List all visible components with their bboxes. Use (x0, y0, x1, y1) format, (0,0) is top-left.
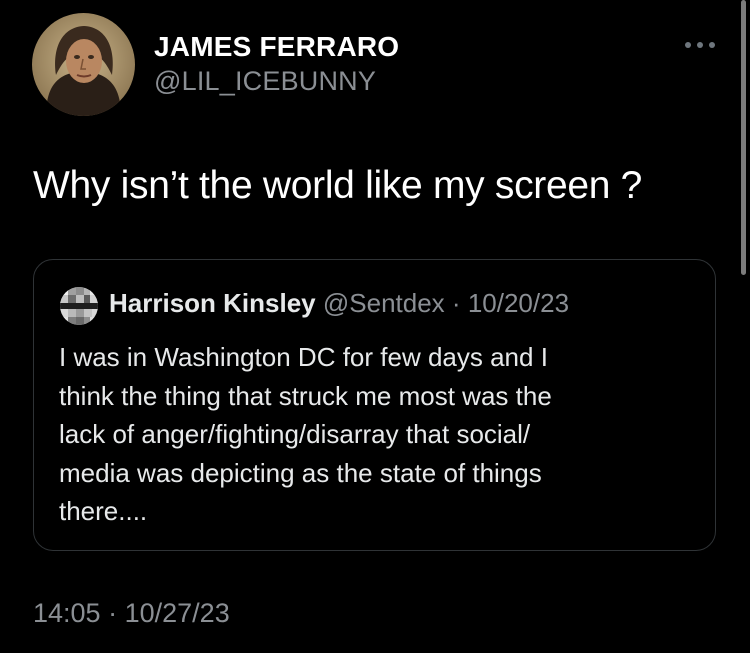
quote-text: I was in Washington DC for few days and … (59, 338, 699, 531)
more-options-button[interactable] (678, 30, 722, 60)
tweet-date: 10/27/23 (124, 598, 230, 628)
quote-text-line: lack of anger/fighting/disarray that soc… (59, 419, 531, 449)
quote-text-line: there.... (59, 496, 148, 526)
quote-text-line: think the thing that struck me most was … (59, 380, 552, 411)
quote-text-line: I was in Washington DC for few days and … (59, 342, 548, 372)
tweet-time: 14:05 (33, 598, 101, 628)
quote-author-name[interactable]: Harrison Kinsley (109, 288, 316, 318)
author-name[interactable]: JAMES FERRARO (154, 31, 399, 63)
tweet-text: Why isn’t the world like my screen ? (33, 164, 643, 207)
quote-separator: · (451, 288, 461, 318)
quote-text-line: media was depicting as the state of thin… (59, 457, 542, 488)
quote-date: 10/20/23 (467, 288, 570, 318)
scrollbar-thumb[interactable] (741, 0, 746, 275)
more-dots-icon (685, 42, 715, 48)
portrait-avatar-icon (32, 13, 135, 116)
pixelated-avatar-icon (60, 287, 98, 325)
quote-header: Harrison Kinsley @Sentdex · 10/20/23 (109, 288, 569, 319)
tweet-timestamp[interactable]: 14:05 · 10/27/23 (33, 598, 230, 629)
timestamp-separator: · (108, 598, 118, 628)
quote-author-handle[interactable]: @Sentdex (323, 288, 445, 318)
quoted-tweet-card[interactable]: Harrison Kinsley @Sentdex · 10/20/23 I w… (33, 259, 716, 551)
tweet: JAMES FERRARO @LIL_ICEBUNNY Why isn’t th… (0, 0, 750, 653)
author-handle[interactable]: @LIL_ICEBUNNY (154, 66, 376, 97)
author-avatar[interactable] (32, 13, 135, 116)
quote-author-avatar[interactable] (60, 287, 98, 325)
